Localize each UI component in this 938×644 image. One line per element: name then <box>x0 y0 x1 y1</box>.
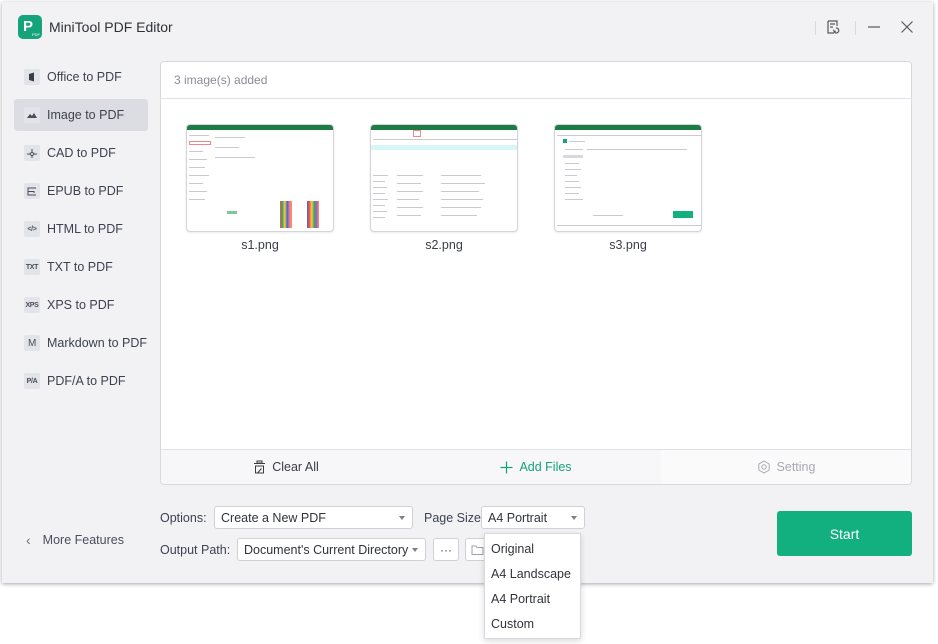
close-icon[interactable] <box>896 16 918 38</box>
sidebar-item-office-to-pdf[interactable]: Office to PDF <box>14 61 148 93</box>
chevron-down-icon <box>412 548 418 552</box>
feedback-icon[interactable] <box>822 16 844 38</box>
page-size-dropdown: Original A4 Landscape A4 Portrait Custom <box>484 533 581 639</box>
sidebar-item-xps-to-pdf[interactable]: XPS XPS to PDF <box>14 289 148 321</box>
file-name: s3.png <box>609 238 647 252</box>
start-button[interactable]: Start <box>777 511 912 556</box>
dropdown-option-a4-portrait[interactable]: A4 Portrait <box>485 586 580 611</box>
output-path-select[interactable]: Document's Current Directory <box>237 538 426 561</box>
titlebar-divider <box>815 21 816 35</box>
app-window: P PDF MiniTool PDF Editor Office to PDF I… <box>2 2 933 583</box>
panel-footer: Clear All Add Files Setting <box>161 449 911 484</box>
app-title: MiniTool PDF Editor <box>49 19 173 35</box>
epub-icon <box>24 183 40 199</box>
clear-all-button[interactable]: Clear All <box>161 450 411 484</box>
setting-button[interactable]: Setting <box>661 450 911 484</box>
plus-icon <box>500 461 513 473</box>
file-thumbnail[interactable] <box>186 124 334 232</box>
gear-icon <box>757 460 770 474</box>
cad-icon <box>24 145 40 161</box>
pdfa-icon: P/A <box>24 373 40 389</box>
page-size-select[interactable]: A4 Portrait <box>481 506 585 529</box>
chevron-down-icon <box>399 516 405 520</box>
file-name: s1.png <box>241 238 279 252</box>
dropdown-option-custom[interactable]: Custom <box>485 611 580 636</box>
sidebar-item-txt-to-pdf[interactable]: TXT TXT to PDF <box>14 251 148 283</box>
sidebar-item-html-to-pdf[interactable]: </> HTML to PDF <box>14 213 148 245</box>
sidebar-item-markdown-to-pdf[interactable]: M Markdown to PDF <box>14 327 148 359</box>
sidebar-item-epub-to-pdf[interactable]: EPUB to PDF <box>14 175 148 207</box>
add-files-button[interactable]: Add Files <box>411 450 661 484</box>
chevron-left-icon: ‹ <box>26 532 31 548</box>
xps-icon: XPS <box>24 297 40 313</box>
browse-button[interactable]: ··· <box>433 538 459 561</box>
sidebar: Office to PDF Image to PDF CAD to PDF EP… <box>2 52 160 583</box>
file-thumbnail[interactable] <box>370 124 518 232</box>
file-count-label: 3 image(s) added <box>161 62 911 99</box>
html-icon: </> <box>24 221 40 237</box>
trash-icon <box>254 460 266 474</box>
options-label: Options: <box>160 511 207 525</box>
sidebar-item-image-to-pdf[interactable]: Image to PDF <box>14 99 148 131</box>
markdown-icon: M <box>24 335 40 351</box>
chevron-down-icon <box>571 516 577 520</box>
office-icon <box>24 69 40 85</box>
file-list-panel: 3 image(s) added s1.png s2.png s3.png Cl… <box>160 61 912 485</box>
sidebar-item-pdfa-to-pdf[interactable]: P/A PDF/A to PDF <box>14 365 148 397</box>
dropdown-option-a4-landscape[interactable]: A4 Landscape <box>485 561 580 586</box>
more-features-button[interactable]: ‹ More Features <box>26 532 124 548</box>
txt-icon: TXT <box>24 259 40 275</box>
file-name: s2.png <box>425 238 463 252</box>
file-thumbnail[interactable] <box>554 124 702 232</box>
folder-icon <box>471 545 484 555</box>
output-path-label: Output Path: <box>160 543 231 557</box>
minimize-icon[interactable] <box>863 16 885 38</box>
options-select[interactable]: Create a New PDF <box>214 506 413 529</box>
app-logo-icon: P PDF <box>18 15 42 39</box>
sidebar-item-cad-to-pdf[interactable]: CAD to PDF <box>14 137 148 169</box>
image-icon <box>24 107 40 123</box>
page-size-label: Page Size: <box>424 511 485 525</box>
titlebar-divider <box>855 21 856 35</box>
title-bar: P PDF MiniTool PDF Editor <box>2 2 933 52</box>
dropdown-option-original[interactable]: Original <box>485 536 580 561</box>
